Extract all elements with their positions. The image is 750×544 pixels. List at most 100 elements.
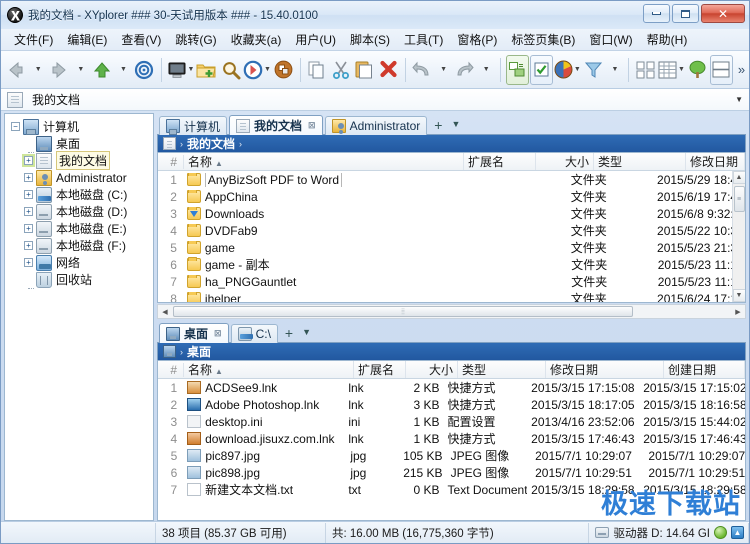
- back-dropdown-icon[interactable]: ▼: [29, 55, 47, 85]
- table-row[interactable]: 7 新建文本文档.txt txt 0 KB Text Document 2015…: [158, 481, 745, 498]
- row-name[interactable]: ACDSee9.lnk: [183, 381, 344, 395]
- tab-administrator[interactable]: Administrator: [325, 116, 428, 135]
- menu-file[interactable]: 文件(F): [7, 28, 60, 51]
- redo-icon[interactable]: [453, 55, 476, 85]
- table-row[interactable]: 6 pic898.jpg jpg 215 KB JPEG 图像 2015/7/1…: [158, 464, 745, 481]
- menu-edit[interactable]: 编辑(E): [60, 28, 114, 51]
- tree-expander[interactable]: +: [24, 258, 33, 267]
- row-name[interactable]: AnyBizSoft PDF to Word: [183, 173, 445, 187]
- back-icon[interactable]: [5, 55, 28, 85]
- column-header-num[interactable]: #: [158, 155, 184, 169]
- folder-tree-pane[interactable]: − 计算机 桌面 + 我的文档 + Administra: [4, 113, 154, 521]
- thumbnails-icon[interactable]: [634, 55, 657, 85]
- tab-computer[interactable]: 计算机: [159, 116, 227, 135]
- bottom-pane-breadcrumb[interactable]: › 桌面: [157, 342, 746, 360]
- forward-dropdown-icon[interactable]: ▼: [71, 55, 89, 85]
- table-row[interactable]: 1 ACDSee9.lnk lnk 2 KB 快捷方式 2015/3/15 17…: [158, 379, 745, 396]
- status-drive-info[interactable]: 驱动器 D: 14.64 GI ▲: [589, 523, 749, 543]
- toolbar-overflow-icon[interactable]: »: [738, 62, 745, 77]
- menu-view[interactable]: 查看(V): [114, 28, 168, 51]
- tree-expander[interactable]: +: [24, 156, 33, 165]
- top-file-list[interactable]: # 名称▲ 扩展名 大小 类型 修改日期 1: [157, 152, 746, 303]
- menu-panes[interactable]: 窗格(P): [450, 28, 504, 51]
- table-row[interactable]: 2 AppChina 文件夹 2015/6/19 17:42:: [158, 188, 745, 205]
- computer-icon[interactable]: ▼: [167, 55, 195, 85]
- row-name[interactable]: pic898.jpg: [183, 466, 346, 480]
- forward-icon[interactable]: [48, 55, 71, 85]
- row-name[interactable]: desktop.ini: [183, 415, 344, 429]
- add-tab-button[interactable]: +: [429, 116, 447, 134]
- scrollbar-thumb[interactable]: ⦙⦙: [173, 306, 633, 317]
- tree-expander[interactable]: +: [24, 207, 33, 216]
- row-name[interactable]: game: [183, 241, 445, 255]
- menu-tools[interactable]: 工具(T): [397, 28, 450, 51]
- scroll-up-icon[interactable]: ▲: [733, 171, 746, 184]
- chevron-down-icon[interactable]: ▼: [735, 95, 743, 104]
- tree-item-drive-c[interactable]: + 本地磁盘 (C:): [7, 186, 153, 203]
- top-list-horizontal-scrollbar[interactable]: ◀ ⦙⦙ ▶: [157, 304, 746, 319]
- column-header-modified[interactable]: 修改日期: [546, 361, 664, 378]
- scroll-right-icon[interactable]: ▶: [731, 305, 745, 318]
- new-folder-icon[interactable]: [195, 55, 218, 85]
- search-icon[interactable]: [219, 55, 242, 85]
- column-header-size[interactable]: 大小: [406, 361, 458, 378]
- row-name[interactable]: AppChina: [183, 190, 445, 204]
- table-row[interactable]: 3 Downloads 文件夹 2015/6/8 9:32:49: [158, 205, 745, 222]
- menu-window[interactable]: 窗口(W): [582, 28, 639, 51]
- menu-help[interactable]: 帮助(H): [640, 28, 695, 51]
- redo-dropdown-icon[interactable]: ▼: [477, 55, 495, 85]
- row-name[interactable]: game - 副本: [183, 256, 445, 273]
- tree-expander[interactable]: −: [11, 122, 20, 131]
- tab-desktop[interactable]: 桌面 ⊠: [159, 323, 229, 343]
- maximize-button[interactable]: [672, 4, 699, 23]
- close-icon[interactable]: ⊠: [308, 120, 316, 131]
- column-header-name[interactable]: 名称▲: [184, 361, 354, 378]
- menu-go[interactable]: 跳转(G): [168, 28, 223, 51]
- up-dropdown-icon[interactable]: ▼: [114, 55, 132, 85]
- quick-jump-icon[interactable]: ▼: [243, 55, 271, 85]
- table-row[interactable]: 2 Adobe Photoshop.lnk lnk 3 KB 快捷方式 2015…: [158, 396, 745, 413]
- row-name[interactable]: ha_PNGGauntlet: [183, 275, 445, 289]
- copy-icon[interactable]: [306, 55, 329, 85]
- minimize-button[interactable]: [643, 4, 670, 23]
- scroll-down-icon[interactable]: ▼: [733, 289, 746, 302]
- row-name[interactable]: DVDFab9: [183, 224, 445, 238]
- cut-icon[interactable]: [329, 55, 352, 85]
- column-header-type[interactable]: 类型: [594, 153, 686, 170]
- breadcrumb-label[interactable]: 桌面: [187, 343, 211, 360]
- column-header-created[interactable]: 创建日期: [664, 361, 745, 378]
- undo-dropdown-icon[interactable]: ▼: [434, 55, 452, 85]
- menu-favorites[interactable]: 收藏夹(a): [224, 28, 289, 51]
- row-name[interactable]: ihelper: [183, 292, 445, 303]
- tree-item-desktop[interactable]: 桌面: [7, 135, 153, 152]
- target-icon[interactable]: [133, 55, 156, 85]
- undo-icon[interactable]: [410, 55, 433, 85]
- column-header-modified[interactable]: 修改日期: [686, 153, 745, 170]
- table-row[interactable]: 4 download.jisuxz.com.lnk lnk 1 KB 快捷方式 …: [158, 430, 745, 447]
- pie-report-icon[interactable]: ▼: [554, 55, 581, 85]
- tree-expander[interactable]: +: [24, 241, 33, 250]
- filter-dropdown-icon[interactable]: ▼: [606, 55, 624, 85]
- sync-browse-icon[interactable]: [506, 55, 529, 85]
- column-header-size[interactable]: 大小: [536, 153, 594, 170]
- row-name[interactable]: Adobe Photoshop.lnk: [183, 398, 344, 412]
- table-row[interactable]: 3 desktop.ini ini 1 KB 配置设置 2013/4/16 23…: [158, 413, 745, 430]
- delete-icon[interactable]: [377, 55, 400, 85]
- tab-menu-icon[interactable]: ▼: [447, 114, 464, 134]
- filter-icon[interactable]: [582, 55, 605, 85]
- status-up-icon[interactable]: ▲: [731, 526, 744, 539]
- column-header-ext[interactable]: 扩展名: [354, 361, 406, 378]
- tree-item-recycle-bin[interactable]: 回收站: [7, 271, 153, 288]
- add-tab-button[interactable]: +: [280, 324, 298, 342]
- tab-menu-icon[interactable]: ▼: [298, 322, 315, 342]
- address-bar[interactable]: 我的文档 ▼: [1, 89, 749, 111]
- tree-item-network[interactable]: + 网络: [7, 254, 153, 271]
- details-icon[interactable]: ▼: [658, 55, 685, 85]
- top-pane-breadcrumb[interactable]: › 我的文档 ›: [157, 134, 746, 152]
- tab-my-documents[interactable]: 我的文档 ⊠: [229, 115, 323, 135]
- row-name[interactable]: Downloads: [183, 207, 445, 221]
- close-icon[interactable]: ⊠: [214, 328, 222, 339]
- tree-item-drive-d[interactable]: + 本地磁盘 (D:): [7, 203, 153, 220]
- menu-scripting[interactable]: 脚本(S): [343, 28, 397, 51]
- app-icon[interactable]: [272, 55, 295, 85]
